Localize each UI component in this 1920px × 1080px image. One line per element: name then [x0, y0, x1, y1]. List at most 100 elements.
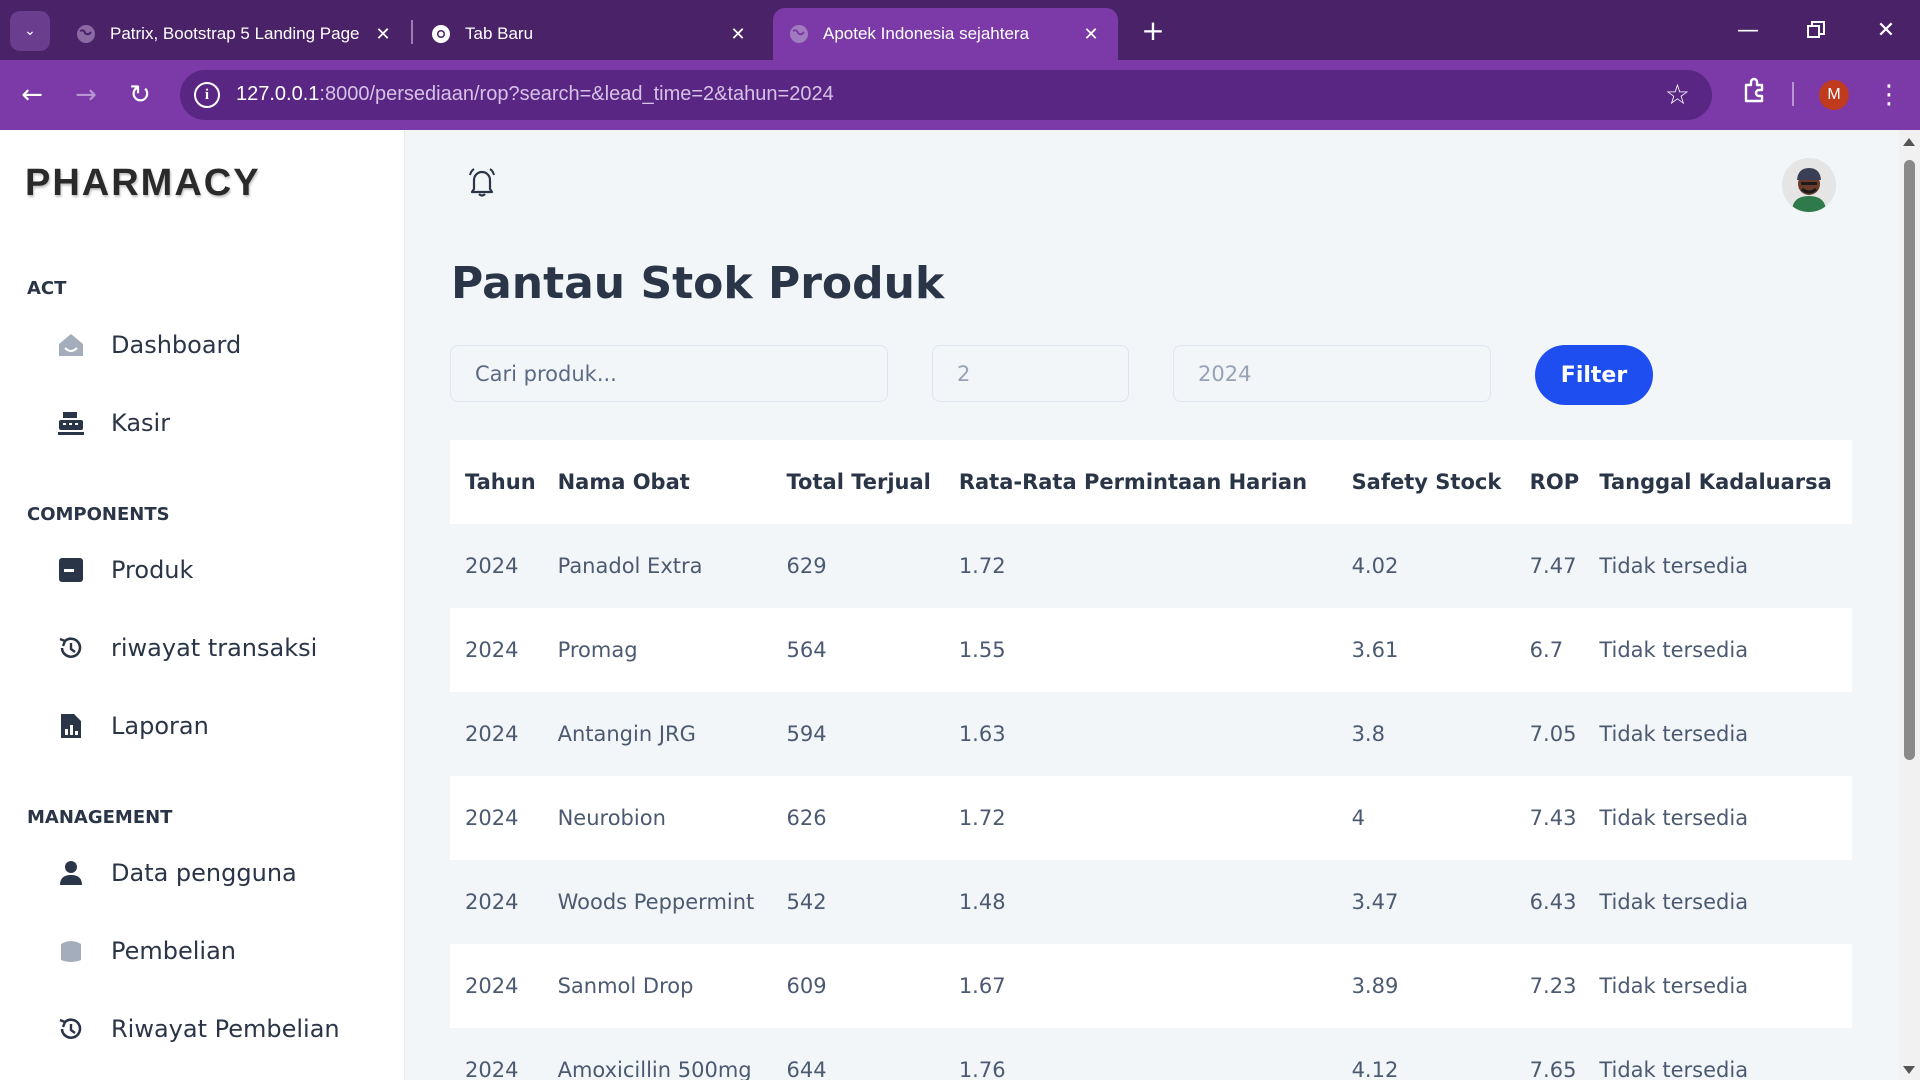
- cell-nama-obat: Antangin JRG: [542, 692, 772, 776]
- brand-logo[interactable]: PHARMACY: [25, 162, 261, 205]
- cell-tanggal-kadaluarsa: Tidak tersedia: [1584, 860, 1852, 944]
- bell-icon[interactable]: [465, 165, 499, 199]
- cell-total-terjual: 644: [771, 1028, 944, 1080]
- extensions-puzzle-icon[interactable]: [1740, 77, 1768, 105]
- page-title: Pantau Stok Produk: [451, 258, 945, 309]
- cell-safety-stock: 4.12: [1336, 1028, 1515, 1080]
- tab-separator: [411, 20, 413, 44]
- history-icon: [55, 632, 87, 664]
- scroll-down-arrow-icon[interactable]: [1903, 1066, 1915, 1074]
- cell-tanggal-kadaluarsa: Tidak tersedia: [1584, 524, 1852, 608]
- column-header-total-terjual: Total Terjual: [771, 440, 944, 524]
- browser-tab-2[interactable]: Tab Baru ✕: [415, 8, 765, 60]
- sidebar-item-riwayat-transaksi[interactable]: riwayat transaksi: [55, 623, 317, 673]
- user-avatar[interactable]: [1782, 158, 1836, 212]
- cell-total-terjual: 626: [771, 776, 944, 860]
- window-close-icon[interactable]: ✕: [1866, 10, 1906, 50]
- site-info-icon[interactable]: i: [194, 82, 220, 108]
- cell-tahun: 2024: [450, 1028, 543, 1080]
- lead-time-input[interactable]: [932, 345, 1129, 402]
- sidebar-item-label: riwayat transaksi: [111, 634, 318, 662]
- column-header-nama-obat: Nama Obat: [542, 440, 772, 524]
- cell-tahun: 2024: [450, 524, 543, 608]
- cell-rata-rata: 1.63: [943, 692, 1337, 776]
- filter-button[interactable]: Filter: [1535, 345, 1653, 405]
- cell-total-terjual: 542: [771, 860, 944, 944]
- cell-rata-rata: 1.55: [943, 608, 1337, 692]
- column-header-rata-rata: Rata-Rata Permintaan Harian: [943, 440, 1337, 524]
- cell-tahun: 2024: [450, 692, 543, 776]
- table-row: 2024 Woods Peppermint 542 1.48 3.47 6.43 Tidak…: [450, 860, 1852, 944]
- reload-icon[interactable]: ↻: [120, 75, 160, 115]
- sidebar-item-label: Laporan: [111, 712, 209, 740]
- cell-safety-stock: 3.61: [1336, 608, 1515, 692]
- table-row: 2024 Panadol Extra 629 1.72 4.02 7.47 Tidak te…: [450, 524, 1852, 608]
- cell-tahun: 2024: [450, 608, 543, 692]
- tab-title: Tab Baru: [465, 24, 534, 43]
- cell-safety-stock: 4: [1336, 776, 1515, 860]
- minimize-icon[interactable]: —: [1728, 10, 1768, 50]
- sidebar-section-components: COMPONENTS: [27, 504, 170, 525]
- restore-icon[interactable]: [1796, 10, 1836, 50]
- globe-icon: [76, 24, 96, 44]
- basket-icon: [55, 935, 87, 967]
- sidebar-item-produk[interactable]: Produk: [55, 545, 193, 595]
- close-icon[interactable]: ✕: [727, 24, 749, 45]
- rop-table-container: Tahun Nama Obat Total Terjual Rata-Rata …: [450, 440, 1852, 1080]
- cell-total-terjual: 609: [771, 944, 944, 1028]
- cell-tahun: 2024: [450, 776, 543, 860]
- cell-tahun: 2024: [450, 860, 543, 944]
- sidebar-item-kasir[interactable]: Kasir: [55, 398, 170, 448]
- bookmark-star-icon[interactable]: ☆: [1665, 78, 1690, 111]
- scrollbar-thumb[interactable]: [1904, 160, 1915, 760]
- table-row: 2024 Promag 564 1.55 3.61 6.7 Tidak tersedia: [450, 608, 1852, 692]
- toolbar-separator: [1792, 82, 1794, 106]
- browser-tab-1[interactable]: Patrix, Bootstrap 5 Landing Page ✕: [60, 8, 410, 60]
- cell-rop: 6.43: [1514, 860, 1585, 944]
- report-icon: [55, 710, 87, 742]
- cell-nama-obat: Sanmol Drop: [542, 944, 772, 1028]
- scroll-up-arrow-icon[interactable]: [1903, 138, 1915, 146]
- address-bar[interactable]: i 127.0.0.1:8000/persediaan/rop?search=&…: [180, 70, 1712, 120]
- forward-arrow-icon[interactable]: →: [66, 75, 106, 115]
- column-header-safety-stock: Safety Stock: [1336, 440, 1515, 524]
- profile-avatar[interactable]: M: [1819, 80, 1849, 110]
- sidebar-item-label: Data pengguna: [111, 859, 297, 887]
- product-icon: [55, 554, 87, 586]
- cell-rop: 6.7: [1514, 608, 1585, 692]
- sidebar-item-riwayat-pembelian[interactable]: Riwayat Pembelian: [55, 1004, 340, 1054]
- close-icon[interactable]: ✕: [1080, 24, 1102, 45]
- sidebar-item-laporan[interactable]: Laporan: [55, 701, 209, 751]
- tahun-input[interactable]: [1173, 345, 1491, 402]
- sidebar-section-act: ACT: [27, 278, 67, 299]
- sidebar-item-data-pengguna[interactable]: Data pengguna: [55, 848, 297, 898]
- browser-tab-bar: ⌄ Patrix, Bootstrap 5 Landing Page ✕ Tab…: [0, 0, 1920, 60]
- cell-rata-rata: 1.72: [943, 776, 1337, 860]
- table-row: 2024 Sanmol Drop 609 1.67 3.89 7.23 Tidak ters…: [450, 944, 1852, 1028]
- page-scrollbar[interactable]: [1899, 130, 1920, 1080]
- sidebar-item-dashboard[interactable]: Dashboard: [55, 320, 241, 370]
- tab-list-button[interactable]: ⌄: [10, 11, 50, 51]
- cell-nama-obat: Panadol Extra: [542, 524, 772, 608]
- cash-register-icon: [55, 407, 87, 439]
- cell-rop: 7.47: [1514, 524, 1585, 608]
- new-tab-plus-icon[interactable]: +: [1135, 12, 1171, 48]
- cell-rop: 7.43: [1514, 776, 1585, 860]
- cell-tanggal-kadaluarsa: Tidak tersedia: [1584, 1028, 1852, 1080]
- back-arrow-icon[interactable]: ←: [12, 75, 52, 115]
- more-vertical-icon[interactable]: ⋮: [1874, 75, 1904, 115]
- column-header-tahun: Tahun: [450, 440, 543, 524]
- cell-tahun: 2024: [450, 944, 543, 1028]
- cell-nama-obat: Neurobion: [542, 776, 772, 860]
- sidebar-item-pembelian[interactable]: Pembelian: [55, 926, 236, 976]
- tab-title: Apotek Indonesia sejahtera: [823, 24, 1030, 43]
- cell-rop: 7.23: [1514, 944, 1585, 1028]
- cell-nama-obat: Promag: [542, 608, 772, 692]
- column-header-tanggal-kadaluarsa: Tanggal Kadaluarsa: [1584, 440, 1852, 524]
- search-input[interactable]: [450, 345, 888, 402]
- close-icon[interactable]: ✕: [372, 24, 394, 45]
- sidebar-item-label: Riwayat Pembelian: [111, 1015, 340, 1043]
- url-text[interactable]: 127.0.0.1:8000/persediaan/rop?search=&le…: [236, 83, 834, 106]
- sidebar-item-label: Dashboard: [111, 331, 242, 359]
- browser-tab-3-active[interactable]: Apotek Indonesia sejahtera ✕: [773, 8, 1118, 60]
